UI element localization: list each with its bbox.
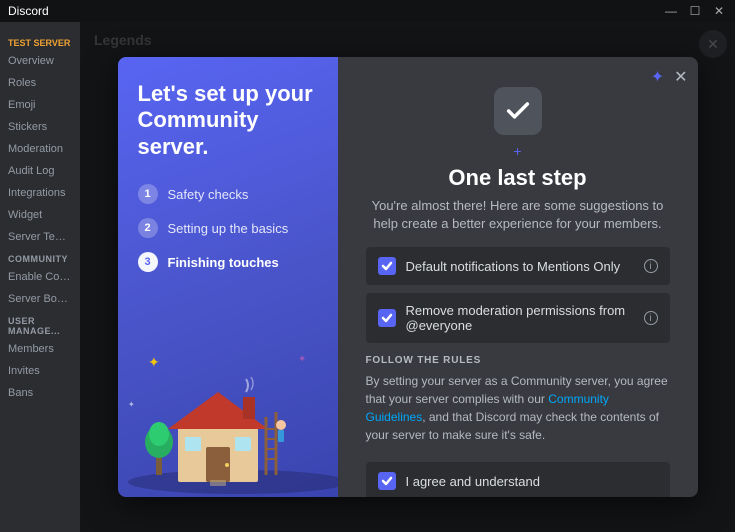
minimize-button[interactable]: — <box>663 4 679 18</box>
notifications-checkbox-item: Default notifications to Mentions Only i <box>366 247 670 285</box>
notifications-checkbox[interactable] <box>378 257 396 275</box>
step-item-3: 3 Finishing touches <box>138 252 318 272</box>
window-controls: — ☐ ✕ <box>663 4 727 18</box>
step-label-2: Setting up the basics <box>168 221 289 236</box>
moderation-checkbox[interactable] <box>378 309 396 327</box>
step-number-1: 1 <box>138 184 158 204</box>
sidebar: TEST SERVER Overview Roles Emoji Sticker… <box>0 22 80 532</box>
checkmark-icon <box>504 97 532 125</box>
step-list: 1 Safety checks 2 Setting up the basics … <box>138 184 318 272</box>
server-name: TEST SERVER <box>0 32 80 50</box>
agree-checkbox-item: I agree and understand <box>366 462 670 497</box>
svg-text:✦: ✦ <box>128 400 135 409</box>
modal-left-panel: Let's set up your Community server. 1 Sa… <box>118 57 338 497</box>
check-icon-box <box>494 87 542 135</box>
close-button[interactable]: ✕ <box>711 4 727 18</box>
sidebar-item-moderation[interactable]: Moderation <box>0 138 80 160</box>
checkbox-check-icon-3 <box>381 475 393 487</box>
modal-subtitle: You're almost there! Here are some sugge… <box>366 197 670 233</box>
app-title: Discord <box>8 4 49 18</box>
moderation-info-icon[interactable]: i <box>644 311 658 325</box>
step-item-1: 1 Safety checks <box>138 184 318 204</box>
right-column: Legends ✕ Let's set up your Community se… <box>80 22 735 532</box>
sidebar-item-audit-log[interactable]: Audit Log <box>0 160 80 182</box>
step-number-3: 3 <box>138 252 158 272</box>
checkbox-check-icon-2 <box>381 312 393 324</box>
notifications-info-icon[interactable]: i <box>644 259 658 273</box>
rules-title: FOLLOW THE RULES <box>366 355 670 366</box>
title-bar: Discord — ☐ ✕ <box>0 0 735 22</box>
notifications-label: Default notifications to Mentions Only <box>406 259 634 274</box>
modal-right-content: + One last step You're almost there! Her… <box>338 57 698 497</box>
community-setup-modal: Let's set up your Community server. 1 Sa… <box>118 57 698 497</box>
plus-icon: + <box>366 143 670 159</box>
step-label-1: Safety checks <box>168 187 249 202</box>
modal-close-button[interactable]: ✕ <box>674 67 687 87</box>
rules-section: FOLLOW THE RULES By setting your server … <box>366 355 670 452</box>
modal-overlay: Let's set up your Community server. 1 Sa… <box>80 22 735 532</box>
rules-text: By setting your server as a Community se… <box>366 372 670 444</box>
app-body: TEST SERVER Overview Roles Emoji Sticker… <box>0 22 735 532</box>
step-item-2: 2 Setting up the basics <box>138 218 318 238</box>
modal-right-panel: ✦ ✕ + One last step You're almo <box>338 57 698 497</box>
moderation-checkbox-item: Remove moderation permissions from @ever… <box>366 293 670 343</box>
checkbox-check-icon <box>381 260 393 272</box>
rules-text-part1: By setting your server as a Community se… <box>366 374 668 406</box>
sidebar-item-server-boost[interactable]: Server Boost S... <box>0 288 80 310</box>
sidebar-item-members[interactable]: Members <box>0 338 80 360</box>
sidebar-item-enable-community[interactable]: Enable Commu... <box>0 266 80 288</box>
moderation-label: Remove moderation permissions from @ever… <box>406 303 634 333</box>
svg-text:✦: ✦ <box>148 354 160 370</box>
house-svg: ✦ ✦ ✦ <box>118 337 338 497</box>
sidebar-item-invites[interactable]: Invites <box>0 360 80 382</box>
sidebar-item-widget[interactable]: Widget <box>0 204 80 226</box>
sidebar-item-server-template[interactable]: Server Templa... <box>0 226 80 248</box>
step-number-2: 2 <box>138 218 158 238</box>
sparkle-icon: ✦ <box>651 67 664 87</box>
sidebar-item-roles[interactable]: Roles <box>0 72 80 94</box>
maximize-button[interactable]: ☐ <box>687 4 703 18</box>
main-content: Legends ✕ Let's set up your Community se… <box>80 22 735 532</box>
step-label-3: Finishing touches <box>168 255 279 270</box>
sidebar-item-stickers[interactable]: Stickers <box>0 116 80 138</box>
agree-checkbox[interactable] <box>378 472 396 490</box>
svg-text:✦: ✦ <box>298 354 306 365</box>
sidebar-item-overview[interactable]: Overview <box>0 50 80 72</box>
modal-left-title: Let's set up your Community server. <box>138 81 318 160</box>
sidebar-item-bans[interactable]: Bans <box>0 382 80 404</box>
agree-label: I agree and understand <box>406 474 658 489</box>
community-section-label: COMMUNITY <box>0 248 80 266</box>
sidebar-item-emoji[interactable]: Emoji <box>0 94 80 116</box>
user-management-section-label: USER MANAGE... <box>0 310 80 338</box>
modal-top-controls: ✦ ✕ <box>651 67 688 87</box>
sidebar-item-integrations[interactable]: Integrations <box>0 182 80 204</box>
modal-illustration: ✦ ✦ ✦ <box>118 337 338 497</box>
modal-title: One last step <box>366 165 670 191</box>
